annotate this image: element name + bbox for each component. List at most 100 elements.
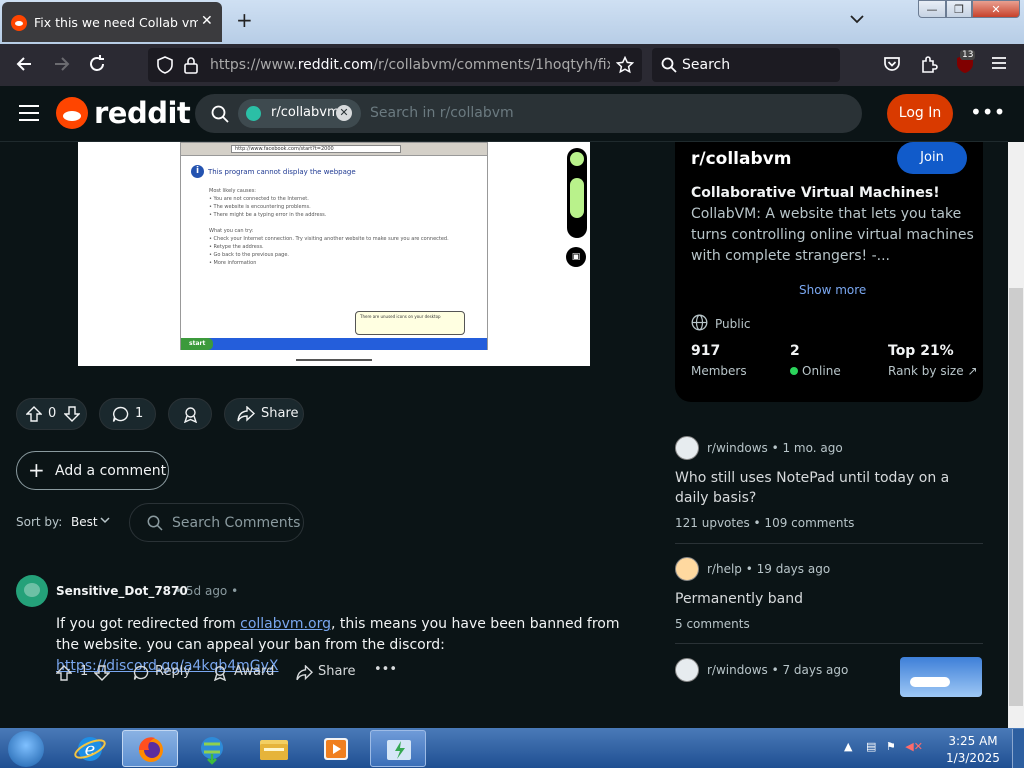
comment-more-button[interactable]: ••• [374,662,397,677]
extensions-puzzle-icon[interactable] [919,54,939,74]
media-player-icon[interactable] [308,730,364,767]
media-play-icon[interactable] [570,152,584,166]
award-button[interactable]: Award [234,664,274,679]
volume-slider[interactable] [570,178,584,218]
fullscreen-monitor-icon[interactable]: ▣ [566,247,586,267]
add-comment-label: Add a comment [55,463,167,479]
chevron-down-icon[interactable] [100,514,110,526]
menu-hamburger-icon[interactable] [990,54,1008,72]
upvote-arrow-icon[interactable] [26,406,42,422]
members-label: Members [691,364,747,378]
vote-control: 0 [16,398,87,430]
award-button[interactable] [168,398,212,430]
bookmark-star-icon[interactable] [616,56,634,74]
reply-button[interactable]: Reply [155,664,191,679]
plus-icon: + [28,458,45,482]
close-window-button[interactable]: ✕ [972,0,1020,18]
network-icon[interactable]: ▤ [866,740,876,753]
minimize-button[interactable]: — [918,0,946,18]
reload-icon[interactable] [87,54,107,74]
share-arrow-icon [237,406,255,422]
browser-search-placeholder: Search [682,57,731,73]
embedded-toolbar: http://www.facebook.com/start?t=2000 [181,143,487,156]
visibility-label: Public [715,317,751,331]
add-comment-button[interactable]: + Add a comment [16,451,169,490]
clear-scope-icon[interactable]: ✕ [336,105,352,121]
reddit-snoo-logo-icon[interactable] [56,97,88,129]
embedded-heading: This program cannot display the webpage [208,168,356,176]
tray-expand-icon[interactable]: ▲ [844,740,852,753]
forward-arrow-icon[interactable] [52,54,72,74]
community-name[interactable]: r/collabvm [691,149,791,169]
internet-explorer-icon[interactable]: e [62,730,118,767]
network-download-icon[interactable] [184,730,240,767]
active-app-icon[interactable] [370,730,426,767]
media-controls[interactable] [567,148,587,238]
start-button[interactable] [8,731,44,767]
clock-time: 3:25 AM [948,734,998,748]
reddit-search-bar[interactable]: r/collabvm ✕ Search in r/collabvm [195,94,862,133]
search-scope-chip[interactable]: r/collabvm ✕ [238,99,361,128]
comment-count: 1 [135,406,144,421]
post-meta: r/help • 19 days ago [707,562,831,576]
post-thumbnail[interactable] [900,657,982,697]
new-tab-button[interactable]: + [236,10,253,30]
lock-icon[interactable] [184,56,198,74]
downvote-arrow-icon[interactable] [94,665,110,681]
tab-close-button[interactable]: ✕ [201,13,213,29]
rank-label[interactable]: Rank by size ↗ [888,364,978,378]
login-button[interactable]: Log In [887,94,953,133]
action-center-flag-icon[interactable]: ⚑ [886,740,896,753]
post-image[interactable]: http://www.facebook.com/start?t=2000 i T… [78,142,590,366]
sort-dropdown[interactable]: Best [71,515,98,529]
collabvm-link[interactable]: collabvm.org [240,616,331,632]
hamburger-menu-icon[interactable] [18,103,40,123]
award-ribbon-icon[interactable] [212,665,228,681]
comments-button[interactable]: 1 [99,398,156,430]
award-ribbon-icon [182,406,199,423]
scrollbar-thumb[interactable] [1009,288,1023,706]
windows-subreddit-avatar [675,436,699,460]
list-all-tabs-icon[interactable] [850,14,864,24]
reddit-search-placeholder[interactable]: Search in r/collabvm [370,105,514,121]
firefox-icon[interactable] [122,730,178,767]
url-text[interactable]: https://www.reddit.com/r/collabvm/commen… [210,57,610,73]
address-bar[interactable]: https://www.reddit.com/r/collabvm/commen… [148,48,642,82]
media-scrubber[interactable] [296,359,372,361]
comment-username[interactable]: Sensitive_Dot_7870 [56,584,188,598]
upvote-arrow-icon[interactable] [56,665,72,681]
comment-meta: • 5d ago • [175,584,239,598]
show-more-button[interactable]: Show more [799,283,866,297]
post-title[interactable]: Who still uses NotePad until today on a … [675,468,975,508]
sort-label: Sort by: [16,515,63,529]
join-button[interactable]: Join [897,142,967,174]
share-button[interactable]: Share [224,398,304,430]
downvote-arrow-icon[interactable] [64,406,80,422]
comment-share-button[interactable]: Share [318,664,356,679]
back-arrow-icon[interactable] [14,54,34,74]
show-desktop-button[interactable] [1012,729,1024,768]
maximize-button[interactable]: ❐ [946,0,972,18]
post-title[interactable]: Permanently band [675,589,975,609]
more-options-button[interactable]: ••• [970,100,1005,124]
reddit-wordmark[interactable]: reddit [94,96,191,130]
share-label: Share [261,406,299,421]
embedded-xp-window: http://www.facebook.com/start?t=2000 i T… [180,142,488,350]
online-dot-icon [790,367,798,375]
site-info-shield-icon[interactable] [156,56,174,74]
search-icon [211,105,229,123]
browser-tab-active[interactable]: Fix this we need Collab vm whe ✕ [2,2,222,42]
commenter-avatar[interactable] [16,575,48,607]
post-stats: 5 comments [675,617,750,631]
browser-search-box[interactable]: Search [652,48,840,82]
search-comments-input[interactable]: Search Comments [129,503,304,542]
search-icon [147,515,163,531]
share-arrow-icon[interactable] [296,665,313,681]
pocket-icon[interactable] [882,54,902,74]
file-explorer-icon[interactable] [246,730,302,767]
taskbar-clock[interactable]: 3:25 AM 1/3/2025 [938,733,1008,767]
reply-bubble-icon[interactable] [133,665,149,681]
comment-bubble-icon [112,406,129,423]
post-meta: r/windows • 7 days ago [707,663,849,677]
volume-muted-icon[interactable]: ◀✕ [905,740,923,753]
